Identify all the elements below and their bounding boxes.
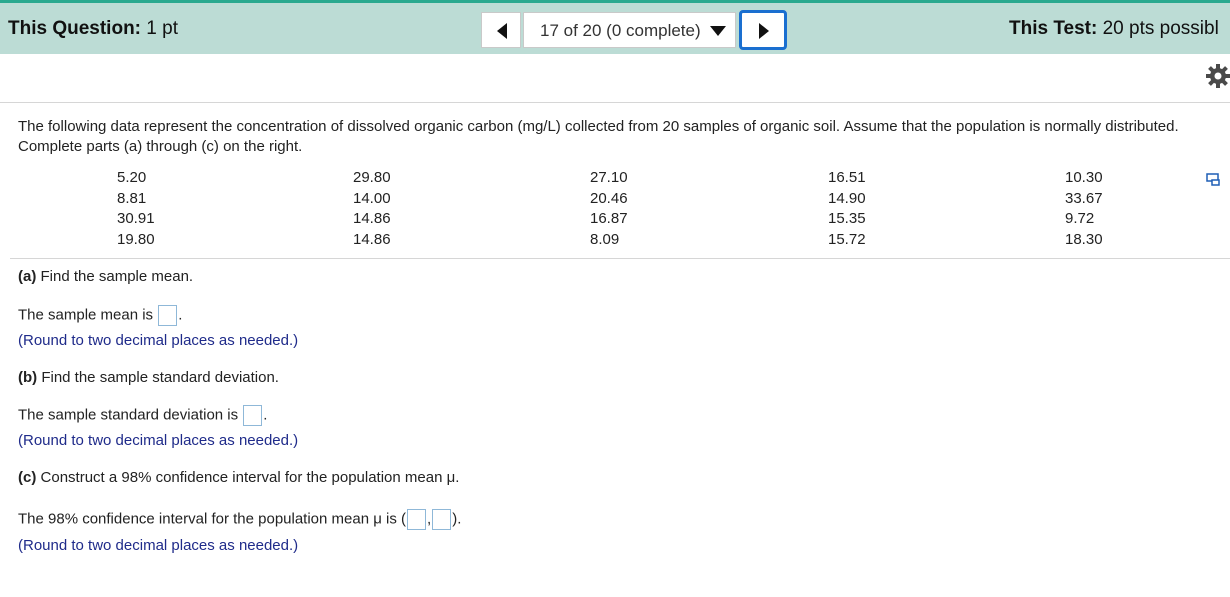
- data-column-5: 10.30 33.67 9.72 18.30: [1065, 168, 1103, 250]
- data-divider: [10, 258, 1230, 259]
- question-intro: The following data represent the concent…: [18, 118, 1179, 155]
- dropdown-caret-icon: [710, 26, 726, 36]
- next-question-button[interactable]: [739, 10, 787, 50]
- part-b-answer-prefix: The sample standard deviation is: [18, 406, 239, 424]
- question-select-dropdown[interactable]: 17 of 20 (0 complete): [523, 12, 736, 48]
- data-value: 29.80: [353, 169, 391, 186]
- sample-std-dev-input[interactable]: [243, 405, 263, 426]
- data-value: 16.87: [590, 210, 628, 227]
- sample-mean-input[interactable]: [158, 305, 178, 326]
- data-value: 30.91: [117, 210, 155, 227]
- part-c-text: Construct a 98% confidence interval for …: [40, 469, 460, 486]
- part-b-answer-line: The sample standard deviation is .: [18, 405, 267, 426]
- data-value: 19.80: [117, 230, 155, 248]
- part-a-question: (a) Find the sample mean.: [18, 268, 193, 285]
- part-a-answer-line: The sample mean is .: [18, 305, 182, 326]
- part-a-answer-prefix: The sample mean is: [18, 306, 154, 324]
- data-value: 18.30: [1065, 230, 1103, 248]
- part-b-label: (b): [18, 369, 38, 386]
- previous-question-button[interactable]: [481, 12, 521, 48]
- data-column-1: 5.20 8.81 30.91 19.80: [117, 168, 155, 250]
- part-b-question: (b) Find the sample standard deviation.: [18, 369, 279, 386]
- data-value: 14.86: [353, 210, 391, 227]
- question-header-bar: This Question: 1 pt 17 of 20 (0 complete…: [0, 0, 1230, 54]
- test-points: This Test: 20 pts possibl: [1009, 18, 1219, 40]
- data-value: 15.35: [828, 210, 866, 227]
- question-select-value: 17 of 20 (0 complete): [540, 21, 701, 40]
- part-a-text: Find the sample mean.: [40, 268, 194, 285]
- part-c-answer-prefix: The 98% confidence interval for the popu…: [18, 510, 407, 528]
- data-value: 5.20: [117, 169, 147, 186]
- part-c-question: (c) Construct a 98% confidence interval …: [18, 469, 459, 486]
- part-c-label: (c): [18, 469, 37, 486]
- part-a-hint: (Round to two decimal places as needed.): [18, 332, 299, 349]
- data-value: 27.10: [590, 169, 628, 186]
- ci-upper-bound-input[interactable]: [432, 509, 452, 530]
- data-value: 10.30: [1065, 169, 1103, 186]
- question-points-value: 1 pt: [146, 18, 178, 39]
- question-points: This Question: 1 pt: [8, 18, 178, 40]
- data-value: 16.51: [828, 169, 866, 186]
- data-column-4: 16.51 14.90 15.35 15.72: [828, 168, 866, 250]
- data-value: 20.46: [590, 189, 628, 207]
- data-value: 8.81: [117, 189, 147, 207]
- data-column-3: 27.10 20.46 16.87 8.09: [590, 168, 628, 250]
- question-points-label: This Question:: [8, 18, 141, 39]
- ci-lower-bound-input[interactable]: [407, 509, 427, 530]
- part-b-answer-suffix: .: [263, 406, 268, 424]
- part-c-answer-comma: ,: [427, 510, 432, 528]
- data-column-2: 29.80 14.00 14.86 14.86: [353, 168, 391, 250]
- data-value: 8.09: [590, 230, 620, 248]
- part-b-hint: (Round to two decimal places as needed.): [18, 432, 299, 449]
- part-c-answer-suffix: ).: [452, 510, 462, 528]
- header-divider: [0, 102, 1230, 103]
- part-a-label: (a): [18, 268, 37, 285]
- gear-icon[interactable]: [1206, 64, 1230, 88]
- data-value: 14.86: [353, 230, 391, 248]
- test-points-label: This Test:: [1009, 18, 1098, 39]
- data-value: 9.72: [1065, 210, 1095, 227]
- part-a-answer-suffix: .: [178, 306, 183, 324]
- part-b-text: Find the sample standard deviation.: [41, 369, 279, 386]
- test-points-value: 20 pts possibl: [1102, 18, 1219, 39]
- data-value: 15.72: [828, 230, 866, 248]
- part-c-answer-line: The 98% confidence interval for the popu…: [18, 509, 461, 530]
- part-c-hint: (Round to two decimal places as needed.): [18, 537, 299, 554]
- copy-data-icon[interactable]: [1206, 172, 1220, 186]
- data-value: 14.90: [828, 189, 866, 207]
- data-value: 33.67: [1065, 189, 1103, 207]
- data-value: 14.00: [353, 189, 391, 207]
